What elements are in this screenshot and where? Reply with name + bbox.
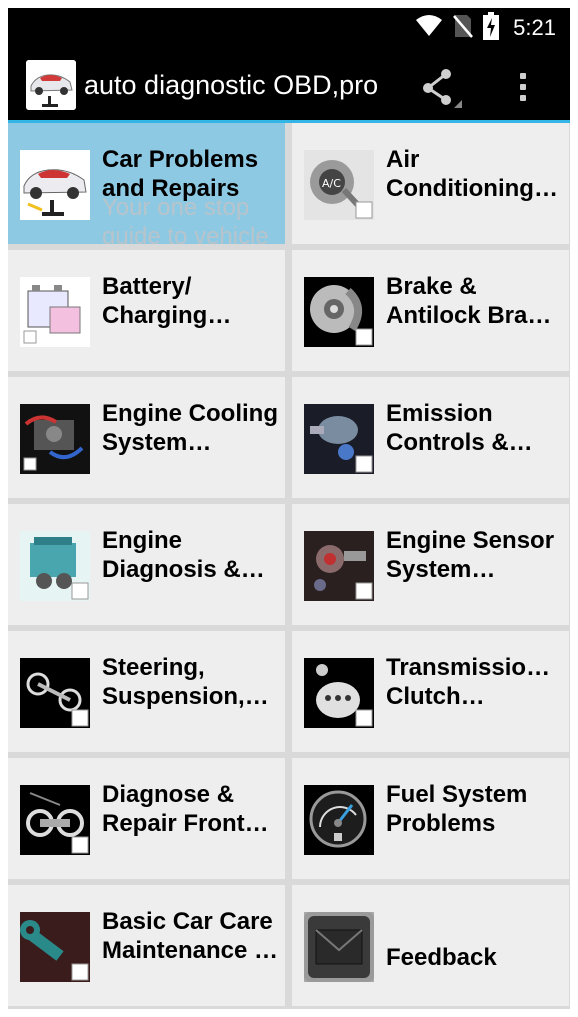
tile-battery-charging[interactable]: Battery/ Charging… xyxy=(8,250,285,371)
tile-title-line1: Basic Car Care xyxy=(102,908,273,935)
app-title: auto diagnostic OBD,pro xyxy=(84,70,379,100)
tile-title-line1: Air xyxy=(386,146,420,173)
tile-feedback[interactable]: Feedback xyxy=(292,885,569,1006)
engine-sensor-icon xyxy=(304,531,374,601)
battery-charging-icon xyxy=(483,11,500,45)
ac-compressor-icon: A/C xyxy=(304,150,374,220)
tile-title-line2: System… xyxy=(102,429,212,456)
tile-brake-antilock[interactable]: Brake & Antilock Brak… xyxy=(292,250,569,371)
action-bar: auto diagnostic OBD,pro xyxy=(8,48,570,120)
tile-title-line1: Engine xyxy=(102,527,183,554)
tile-transmission-clutch[interactable]: Transmission & Clutch… xyxy=(292,631,569,752)
tile-title-line2: System… xyxy=(386,556,496,583)
suspension-icon xyxy=(20,658,90,728)
cooling-system-icon xyxy=(20,404,90,474)
tile-title-line2: Charging… xyxy=(102,302,232,329)
fuel-gauge-icon xyxy=(304,785,374,855)
share-icon xyxy=(416,69,464,112)
overflow-menu-icon xyxy=(520,73,526,79)
tile-title-line2: Problems xyxy=(386,810,496,837)
share-button[interactable] xyxy=(416,66,464,108)
envelope-icon xyxy=(304,912,374,982)
tile-title-line2: Repair Front… xyxy=(102,810,269,837)
tile-title-line1: Transmission & xyxy=(386,654,564,681)
tile-title-line1: Fuel System xyxy=(386,781,528,808)
tile-title-line2: Clutch… xyxy=(386,683,485,710)
tile-title-line1: Car Problems xyxy=(102,146,259,173)
tile-engine-sensor[interactable]: Engine Sensor System… xyxy=(292,504,569,625)
brake-disc-icon xyxy=(304,277,374,347)
tile-title-line1: Engine Cooling xyxy=(102,400,278,427)
app-logo-icon[interactable] xyxy=(26,60,76,110)
svg-text:A/C: A/C xyxy=(322,177,341,190)
tile-title-line1: Diagnose & xyxy=(102,781,235,808)
tile-air-conditioning[interactable]: A/C Air Conditioning… xyxy=(292,123,569,244)
front-axle-icon xyxy=(20,785,90,855)
tile-engine-diagnosis[interactable]: Engine Diagnosis &… xyxy=(8,504,285,625)
gear-shift-icon xyxy=(304,658,374,728)
phone-screen: 5:21 auto diagnostic OBD,pro Car Problem… xyxy=(8,8,570,1009)
tile-subtitle-line2: guide to vehicle xyxy=(102,223,269,244)
tile-title-line2: Antilock Brak… xyxy=(386,302,564,329)
tile-engine-cooling[interactable]: Engine Cooling System… xyxy=(8,377,285,498)
tile-title-line1: Battery/ xyxy=(102,273,192,300)
tile-fuel-system[interactable]: Fuel System Problems xyxy=(292,758,569,879)
tile-steering-suspension[interactable]: Steering, Suspension,… xyxy=(8,631,285,752)
battery-icon xyxy=(20,277,90,347)
tile-title-line1: Steering, xyxy=(102,654,205,681)
tile-title-line1: Emission xyxy=(386,400,493,427)
wifi-icon xyxy=(415,14,443,43)
status-time: 5:21 xyxy=(513,15,556,40)
tile-emission-controls[interactable]: Emission Controls &… xyxy=(292,377,569,498)
tile-car-problems[interactable]: Car Problems and Repairs Your one stop g… xyxy=(8,123,285,244)
tile-title-line2: Maintenance … xyxy=(102,937,279,964)
tile-title-line2: Suspension,… xyxy=(102,683,269,710)
tile-subtitle-line1: Your one stop xyxy=(102,194,250,221)
tile-title-line1: Feedback xyxy=(386,944,497,971)
tile-title-line2: Conditioning… xyxy=(386,175,558,202)
tile-title-line1: Brake & xyxy=(386,273,477,300)
tile-front-end-repair[interactable]: Diagnose & Repair Front… xyxy=(8,758,285,879)
emission-filter-icon xyxy=(304,404,374,474)
overflow-menu-button[interactable] xyxy=(508,66,538,108)
wrench-icon xyxy=(20,912,90,982)
engine-icon xyxy=(20,531,90,601)
status-bar: 5:21 xyxy=(8,8,570,48)
tile-title-line1: Engine Sensor xyxy=(386,527,555,554)
tile-basic-car-care[interactable]: Basic Car Care Maintenance … xyxy=(8,885,285,1006)
no-sim-icon xyxy=(453,13,474,44)
tile-title-line2: Controls &… xyxy=(386,429,533,456)
car-icon xyxy=(20,150,90,220)
tile-title-line2: Diagnosis &… xyxy=(102,556,265,583)
